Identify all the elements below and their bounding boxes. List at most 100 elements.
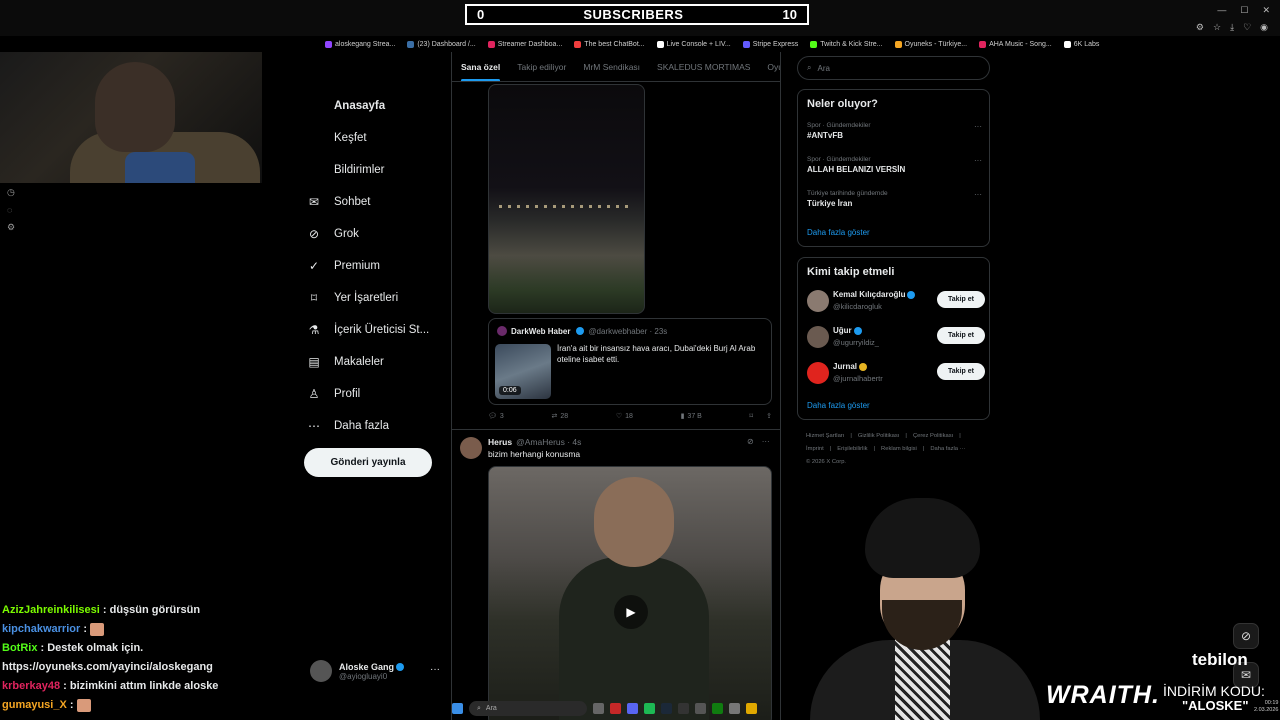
sidebar-item-bell[interactable]: ◔Bildirimler xyxy=(306,154,446,186)
post-video[interactable] xyxy=(488,84,645,314)
sidebar-item-profile[interactable]: ♙ Profil xyxy=(306,378,446,410)
repost-button[interactable]: ⇄ 28 xyxy=(551,412,568,421)
settings-icon[interactable] xyxy=(729,703,740,714)
bookmark-item[interactable]: The best ChatBot... xyxy=(574,37,645,51)
sidebar-item-article[interactable]: ▤ Makaleler xyxy=(306,346,446,378)
account-switcher[interactable]: Aloske Gang @ayiogluayi0 xyxy=(310,658,450,684)
grok-fab-icon[interactable]: ⊘ xyxy=(1233,623,1259,649)
tab-0[interactable]: Sana özel xyxy=(461,62,501,81)
bookmark-item[interactable]: Oyuneks - Türkiye... xyxy=(894,37,967,51)
taskbar-search[interactable]: ⌕ Ara xyxy=(469,701,587,716)
sidebar-item-creator[interactable]: ⚗ İçerik Üreticisi St... xyxy=(306,314,446,346)
follow-name[interactable]: Kemal Kılıçdaroğlu xyxy=(833,290,916,299)
footer-link[interactable]: Hizmet Şartları xyxy=(806,433,844,439)
tab-4[interactable]: Oyu xyxy=(767,62,780,72)
tab-1[interactable]: Takip ediliyor xyxy=(517,62,566,72)
creator-icon: ⚗ xyxy=(308,323,320,337)
settings-icon[interactable]: ⚙ xyxy=(7,222,15,233)
sidebar-item-premium[interactable]: ✓ Premium xyxy=(306,250,446,282)
post-author[interactable]: Herus xyxy=(488,437,512,447)
avatar[interactable] xyxy=(807,290,829,312)
bookmark-item[interactable]: AHA Music - Song... xyxy=(979,37,1052,51)
more-icon[interactable]: ··· xyxy=(974,122,982,131)
post-avatar[interactable] xyxy=(460,437,482,459)
more-icon[interactable]: ··· xyxy=(974,156,982,165)
tab-2[interactable]: MrM Sendikası xyxy=(583,62,640,72)
reply-button[interactable]: 💬︎ 3 xyxy=(488,412,504,421)
bookmark-item[interactable]: Stripe Express xyxy=(742,37,798,51)
follow-name[interactable]: Uğur xyxy=(833,326,862,335)
trend-item[interactable]: Spor · Gündemdekiler #ANTvFB ··· xyxy=(807,122,982,140)
follow-button[interactable]: Takip et xyxy=(937,291,985,308)
sidebar-item-home[interactable]: ⌂Anasayfa xyxy=(306,90,446,122)
sidebar-item-bookmark[interactable]: ⌑ Yer İşaretleri xyxy=(306,282,446,314)
trends-show-more[interactable]: Daha fazla göster xyxy=(807,228,870,237)
follow-title: Kimi takip etmeli xyxy=(807,266,895,278)
views-button[interactable]: ▮ 37 B xyxy=(681,412,702,421)
extension-icon[interactable]: ⚙ xyxy=(1196,22,1204,33)
minimize-icon[interactable]: — xyxy=(1217,5,1226,16)
footer-link[interactable]: Reklam bilgisi xyxy=(881,446,917,452)
grok-icon[interactable]: ⊘ xyxy=(747,437,754,446)
windows-start-icon[interactable] xyxy=(452,703,463,714)
bookmark-item[interactable]: (23) Dashboard /... xyxy=(407,37,476,51)
footer-link[interactable]: Gizlilik Politikası xyxy=(858,433,900,439)
footer-link[interactable]: Çerez Politikası xyxy=(913,433,953,439)
more-icon[interactable]: ··· xyxy=(762,437,770,446)
profile-icon[interactable]: ◉ xyxy=(1260,22,1268,33)
maximize-icon[interactable]: ☐ xyxy=(1240,5,1248,16)
post-button[interactable]: Gönderi yayınla xyxy=(304,448,432,477)
history-icon[interactable]: ◷ xyxy=(7,187,15,198)
opera-icon[interactable] xyxy=(610,703,621,714)
tab-3[interactable]: SKALEDUS MORTIMAS xyxy=(657,62,750,72)
task-view-icon[interactable] xyxy=(593,703,604,714)
bookmark-button[interactable]: ⌑ ⇪ xyxy=(750,412,772,420)
webcam-feed xyxy=(0,52,262,183)
follow-show-more[interactable]: Daha fazla göster xyxy=(807,401,870,410)
avatar[interactable] xyxy=(807,362,829,384)
quoted-post[interactable]: DarkWeb Haber @darkwebhaber · 23s 0:06 İ… xyxy=(488,318,772,405)
sidebar-item-more[interactable]: ⋯ Daha fazla xyxy=(306,410,446,442)
xbox-icon[interactable] xyxy=(712,703,723,714)
follow-button[interactable]: Takip et xyxy=(937,363,985,380)
spotify-icon[interactable] xyxy=(644,703,655,714)
play-icon[interactable]: ▶ xyxy=(614,595,648,629)
share-icon[interactable]: ⇪ xyxy=(766,412,772,420)
bookmark-favicon-icon xyxy=(574,40,582,48)
trend-item[interactable]: Türkiye tarihinde gündemde Türkiye İran ··… xyxy=(807,190,982,208)
download-icon[interactable]: ⤓ xyxy=(1230,22,1234,33)
footer-link[interactable]: Daha fazla ··· xyxy=(930,446,965,452)
steam-icon[interactable] xyxy=(661,703,672,714)
sidebar-item-search[interactable]: ⌕Keşfet xyxy=(306,122,446,154)
chat-icon[interactable]: ◌ xyxy=(7,205,15,215)
follow-suggestion: Kemal Kılıçdaroğlu @kilicdarogluk Takip et xyxy=(807,288,985,314)
discord-icon[interactable] xyxy=(627,703,638,714)
heart-icon[interactable]: ♡ xyxy=(1243,22,1251,33)
quoted-video-thumbnail[interactable]: 0:06 xyxy=(495,344,551,399)
footer-link[interactable]: İmprint xyxy=(806,446,824,452)
post-video[interactable]: ▶ xyxy=(488,466,772,720)
avatar[interactable] xyxy=(807,326,829,348)
sidebar-item-mail[interactable]: ✉ Sohbet xyxy=(306,186,446,218)
sidebar-item-grok[interactable]: ⊘ Grok xyxy=(306,218,446,250)
epic-games-icon[interactable] xyxy=(678,703,689,714)
app-icon[interactable] xyxy=(695,703,706,714)
account-more-icon[interactable]: ··· xyxy=(430,664,440,675)
close-icon[interactable]: ✕ xyxy=(1262,5,1270,16)
bookmark-item[interactable]: 6K Labs xyxy=(1063,37,1099,51)
bookmark-item[interactable]: aloskegang Strea... xyxy=(325,37,395,51)
bookmark-item[interactable]: Twitch & Kick Stre... xyxy=(810,37,883,51)
more-icon[interactable]: ··· xyxy=(974,190,982,199)
follow-name[interactable]: Jurnal xyxy=(833,362,868,371)
bookmark-item[interactable]: Live Console + LIV... xyxy=(656,37,731,51)
folder-icon[interactable] xyxy=(746,703,757,714)
follow-button[interactable]: Takip et xyxy=(937,327,985,344)
like-button[interactable]: ♡ 18 xyxy=(616,412,633,421)
search-input[interactable]: ⌕ Ara xyxy=(797,56,990,80)
views-count: 37 B xyxy=(687,412,702,420)
footer-link[interactable]: Erişilebilirlik xyxy=(837,446,867,452)
bookmark-item[interactable]: Streamer Dashboa... xyxy=(487,37,562,51)
trend-item[interactable]: Spor · Gündemdekiler ALLAH BELANIZI VERSİ… xyxy=(807,156,982,174)
bookmark-star-icon[interactable]: ☆ xyxy=(1213,22,1221,33)
clock-date: 2.03.2026 xyxy=(1254,707,1279,713)
